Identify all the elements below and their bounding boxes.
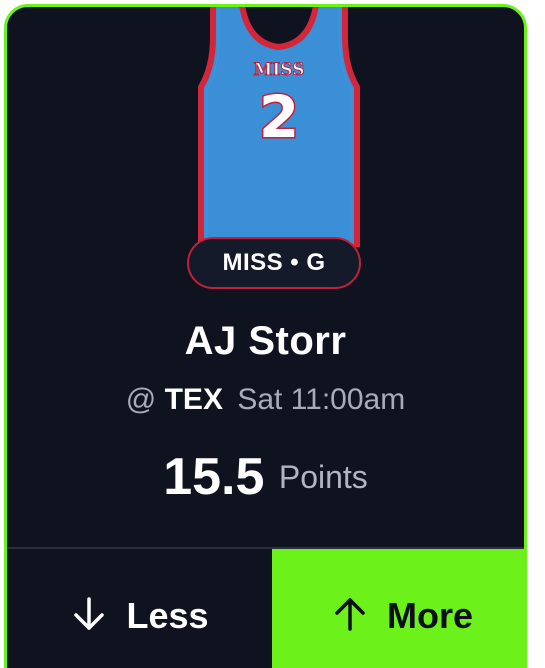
less-button[interactable]: Less: [7, 549, 272, 668]
less-label: Less: [126, 595, 209, 636]
jersey-team-text: MISS: [254, 60, 305, 80]
more-label: More: [386, 595, 473, 636]
more-button[interactable]: More: [272, 549, 524, 668]
team-position-text: MISS • G: [222, 249, 326, 276]
jersey-icon: MISS 2: [198, 7, 360, 247]
arrow-down-icon: [70, 595, 108, 633]
opponent-team: TEX: [164, 383, 223, 416]
away-indicator: @: [125, 383, 157, 416]
projection-stat: Points: [278, 458, 368, 495]
player-name: AJ Storr: [184, 319, 347, 363]
player-prop-card[interactable]: MISS 2 MISS • G AJ Storr @ TEX Sat 11:00…: [4, 4, 527, 668]
jersey-image: MISS 2: [195, 7, 363, 247]
game-time: Sat 11:00am: [237, 383, 406, 416]
projection-line: 15.5 Points: [7, 447, 524, 507]
arrow-up-icon: [331, 595, 369, 633]
team-position-badge: MISS • G: [187, 237, 361, 289]
page: MISS 2 MISS • G AJ Storr @ TEX Sat 11:00…: [0, 0, 545, 668]
game-info: @ TEX Sat 11:00am: [7, 383, 524, 417]
projection-value: 15.5: [163, 448, 265, 506]
jersey-number: 2: [259, 83, 299, 151]
